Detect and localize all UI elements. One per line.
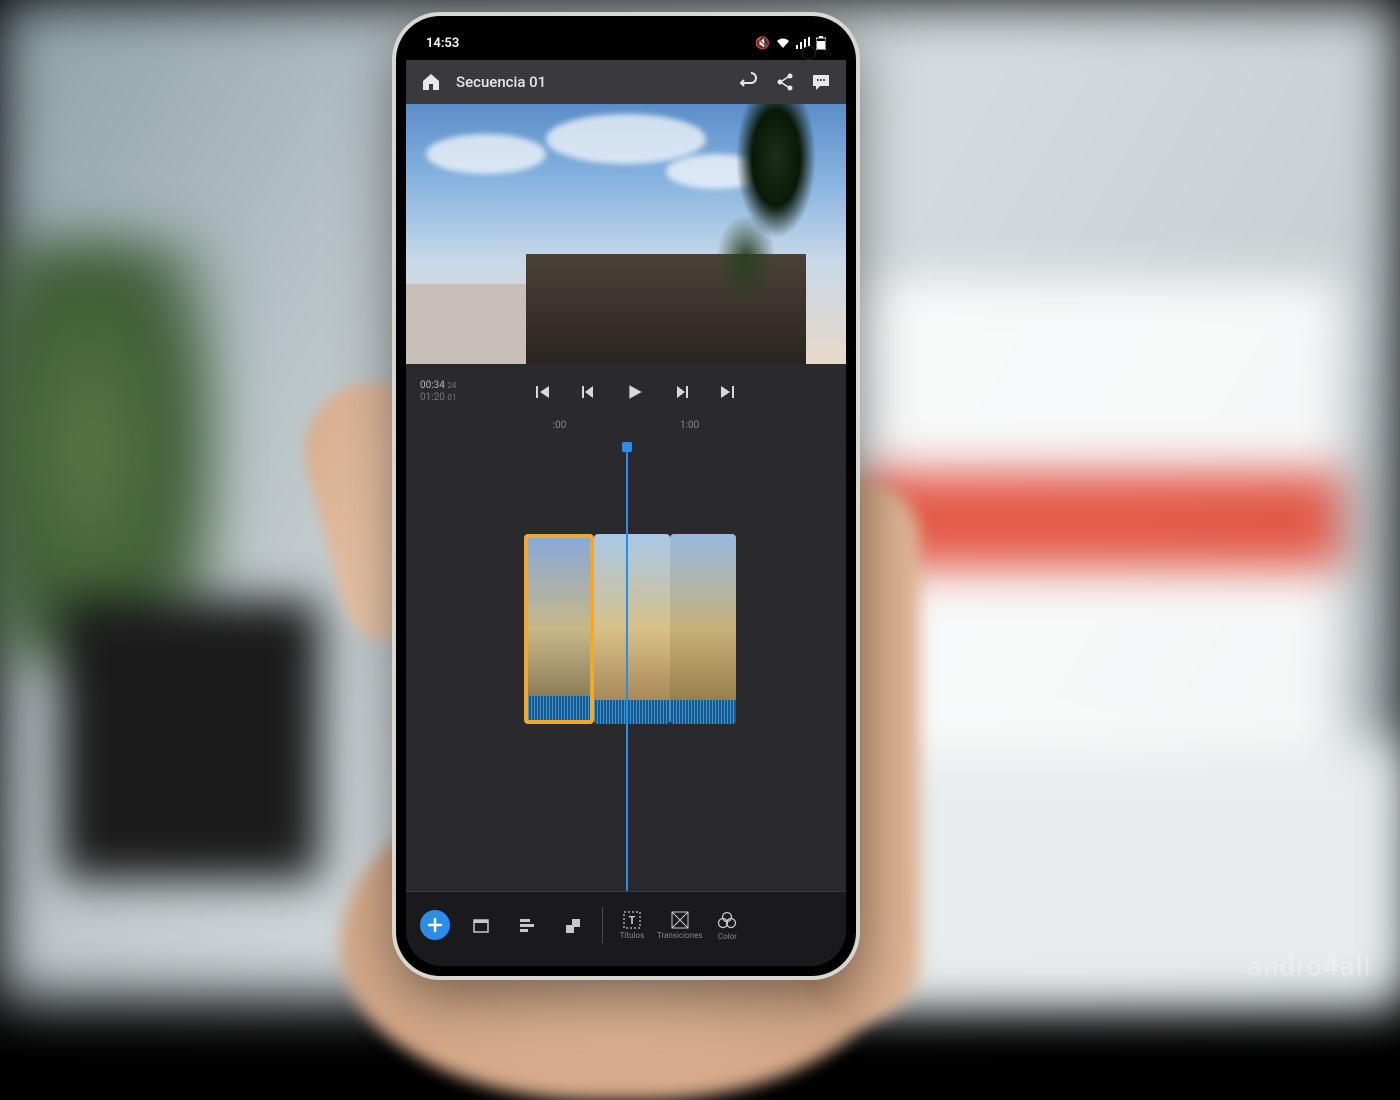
watermark: andro4all xyxy=(1247,951,1372,982)
project-title[interactable]: Secuencia 01 xyxy=(456,73,724,91)
frame-back-button[interactable] xyxy=(579,382,599,402)
project-button[interactable] xyxy=(460,903,502,947)
skip-end-button[interactable] xyxy=(717,382,737,402)
app-topbar: Secuencia 01 xyxy=(406,60,846,104)
clip-2[interactable] xyxy=(594,534,670,724)
mute-icon: 🔇 xyxy=(755,36,770,50)
comment-button[interactable] xyxy=(810,71,832,93)
bg-box xyxy=(860,280,1340,760)
add-button[interactable] xyxy=(420,910,450,940)
clip-3[interactable] xyxy=(670,534,736,724)
clips-track[interactable] xyxy=(524,534,736,724)
skip-start-button[interactable] xyxy=(533,382,553,402)
titles-button[interactable]: TTítulos xyxy=(611,903,653,947)
transitions-button[interactable]: Transiciones xyxy=(657,903,702,947)
frame-forward-button[interactable] xyxy=(671,382,691,402)
bottom-toolbar: TTítulos Transiciones Color xyxy=(406,891,846,966)
play-button[interactable] xyxy=(625,382,645,402)
phone-frame: 14:53 🔇 Secuencia 01 00:34 24 01 xyxy=(396,16,856,976)
playback-controls: 00:34 24 01:20 01 xyxy=(406,364,846,420)
home-button[interactable] xyxy=(420,71,442,93)
bg-plant xyxy=(0,240,220,660)
video-preview[interactable] xyxy=(406,104,846,364)
bg-dark xyxy=(60,600,320,880)
align-button[interactable] xyxy=(506,903,548,947)
camera-hole xyxy=(802,46,816,60)
undo-button[interactable] xyxy=(738,71,760,93)
color-button[interactable]: Color xyxy=(706,903,748,947)
time-ruler[interactable]: :00 1:00 xyxy=(406,420,846,444)
status-time: 14:53 xyxy=(426,36,459,51)
playhead[interactable] xyxy=(626,444,628,891)
timeline[interactable] xyxy=(406,444,846,891)
ruler-mark: 1:00 xyxy=(680,420,699,444)
wifi-icon xyxy=(776,37,790,49)
ruler-mark: :00 xyxy=(553,420,567,444)
share-button[interactable] xyxy=(774,71,796,93)
divider xyxy=(602,907,603,943)
battery-icon xyxy=(816,36,826,50)
statusbar: 14:53 🔇 xyxy=(406,26,846,60)
timecode: 00:34 24 01:20 01 xyxy=(420,380,480,404)
svg-text:T: T xyxy=(629,914,636,927)
clip-selected[interactable] xyxy=(524,534,594,724)
phone-screen: 14:53 🔇 Secuencia 01 00:34 24 01 xyxy=(406,26,846,966)
layers-button[interactable] xyxy=(552,903,594,947)
status-right: 🔇 xyxy=(755,36,826,50)
